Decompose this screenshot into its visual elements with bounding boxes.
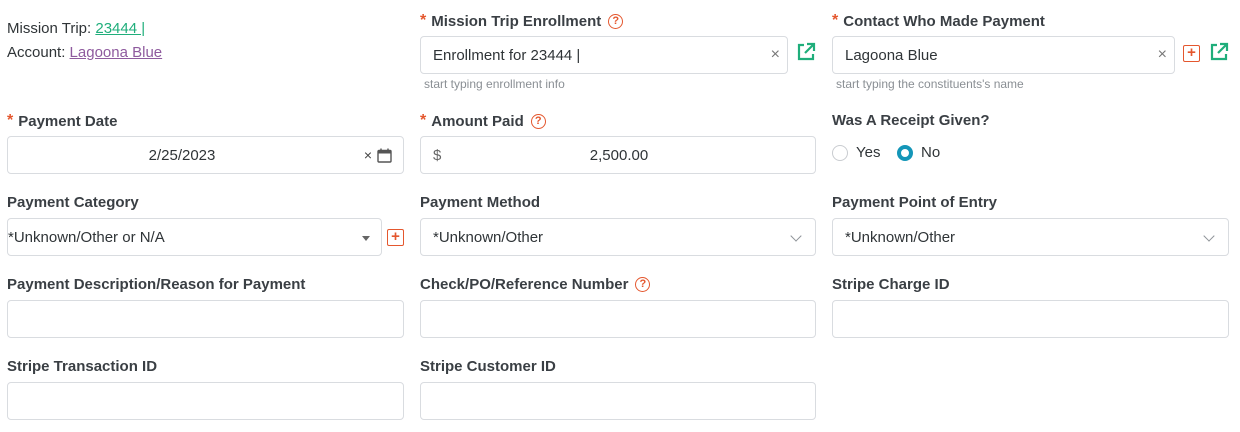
required-marker: * <box>7 112 14 129</box>
contact-label: * Contact Who Made Payment <box>832 12 1045 30</box>
receipt-label-text: Was A Receipt Given? <box>832 112 990 129</box>
chevron-down-icon <box>1203 230 1215 242</box>
reference-label: Check/PO/Reference Number ? <box>420 276 651 293</box>
description-input[interactable] <box>7 300 404 338</box>
enrollment-hint: start typing enrollment info <box>424 77 565 91</box>
payment-category-label-text: Payment Category <box>7 194 139 211</box>
enrollment-value: Enrollment for 23444 | <box>433 47 581 64</box>
stripe-customer-input[interactable] <box>420 382 816 420</box>
account-line: Account: Lagoona Blue <box>7 44 162 61</box>
description-label: Payment Description/Reason for Payment <box>7 276 305 293</box>
mission-trip-link[interactable]: 23444 | <box>95 20 145 37</box>
point-of-entry-value: *Unknown/Other <box>845 229 956 246</box>
clear-icon[interactable]: × <box>771 46 780 64</box>
stripe-charge-label: Stripe Charge ID <box>832 276 950 293</box>
required-marker: * <box>420 12 427 29</box>
contact-input[interactable]: Lagoona Blue × <box>832 36 1175 74</box>
stripe-charge-input[interactable] <box>832 300 1229 338</box>
mission-trip-label: Mission Trip: <box>7 20 92 37</box>
receipt-yes-radio[interactable] <box>832 145 848 161</box>
point-of-entry-select[interactable]: *Unknown/Other <box>832 218 1229 256</box>
external-link-icon[interactable] <box>796 42 816 62</box>
enrollment-label-text: Mission Trip Enrollment <box>431 12 602 30</box>
payment-date-input[interactable]: 2/25/2023 × <box>7 136 404 174</box>
payment-method-select[interactable]: *Unknown/Other <box>420 218 816 256</box>
stripe-customer-label: Stripe Customer ID <box>420 358 556 375</box>
external-link-icon[interactable] <box>1209 42 1229 62</box>
description-label-text: Payment Description/Reason for Payment <box>7 276 306 293</box>
point-of-entry-label: Payment Point of Entry <box>832 194 997 211</box>
account-link[interactable]: Lagoona Blue <box>70 44 163 61</box>
payment-method-label-text: Payment Method <box>420 194 541 211</box>
receipt-label: Was A Receipt Given? <box>832 112 990 129</box>
amount-paid-input[interactable]: $ 2,500.00 <box>420 136 816 174</box>
payment-method-label: Payment Method <box>420 194 540 211</box>
question-circle-icon[interactable]: ? <box>608 13 624 29</box>
point-of-entry-label-text: Payment Point of Entry <box>832 194 998 211</box>
amount-paid-label: * Amount Paid ? <box>420 112 546 130</box>
required-marker: * <box>832 12 839 29</box>
stripe-transaction-input[interactable] <box>7 382 404 420</box>
caret-down-icon <box>362 236 370 241</box>
calendar-icon[interactable] <box>377 148 392 163</box>
plus-square-icon[interactable]: + <box>1183 45 1200 62</box>
clear-icon[interactable]: × <box>1158 46 1167 64</box>
account-label: Account: <box>7 44 66 61</box>
receipt-yes-label[interactable]: Yes <box>856 144 880 161</box>
clear-icon[interactable]: × <box>364 147 372 163</box>
contact-hint: start typing the constituents's name <box>836 77 1024 91</box>
stripe-transaction-label-text: Stripe Transaction ID <box>7 358 158 375</box>
plus-square-icon[interactable]: + <box>387 229 404 246</box>
question-circle-icon[interactable]: ? <box>635 277 651 292</box>
chevron-down-icon <box>790 230 802 242</box>
receipt-no-label[interactable]: No <box>921 144 940 161</box>
payment-category-label: Payment Category <box>7 194 139 211</box>
amount-paid-value: 2,500.00 <box>589 147 649 164</box>
stripe-customer-label-text: Stripe Customer ID <box>420 358 556 375</box>
required-marker: * <box>420 112 427 129</box>
payment-date-value: 2/25/2023 <box>148 147 216 164</box>
payment-method-value: *Unknown/Other <box>433 229 544 246</box>
stripe-transaction-label: Stripe Transaction ID <box>7 358 157 375</box>
enrollment-label: * Mission Trip Enrollment ? <box>420 12 624 30</box>
payment-category-value-text: *Unknown/Other or N/A <box>8 229 165 246</box>
contact-value: Lagoona Blue <box>845 47 938 64</box>
payment-category-select[interactable]: *Unknown/Other or N/A <box>7 218 382 256</box>
reference-label-text: Check/PO/Reference Number <box>420 276 629 293</box>
receipt-no-radio[interactable] <box>897 145 913 161</box>
mission-trip-line: Mission Trip: 23444 | <box>7 20 145 37</box>
stripe-charge-label-text: Stripe Charge ID <box>832 276 950 293</box>
reference-input[interactable] <box>420 300 816 338</box>
payment-date-label-text: Payment Date <box>18 112 118 130</box>
amount-paid-label-text: Amount Paid <box>431 112 524 130</box>
payment-date-label: * Payment Date <box>7 112 117 130</box>
question-circle-icon[interactable]: ? <box>530 113 546 129</box>
enrollment-input[interactable]: Enrollment for 23444 | × <box>420 36 788 74</box>
contact-label-text: Contact Who Made Payment <box>843 12 1045 30</box>
